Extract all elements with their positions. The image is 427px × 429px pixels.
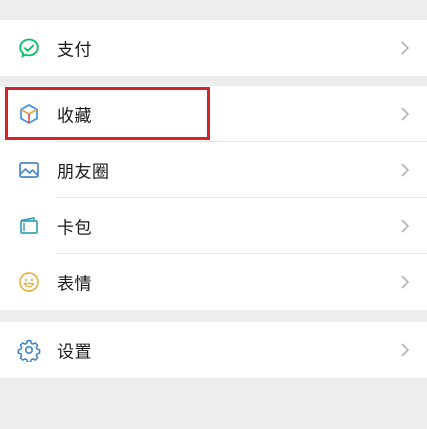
- menu-item-stickers[interactable]: 表情: [0, 254, 427, 310]
- menu-item-moments[interactable]: 朋友圈: [0, 142, 427, 198]
- highlight-annotation-box: [5, 87, 210, 140]
- menu-item-cards-label: 卡包: [57, 218, 92, 239]
- pay-check-icon: [17, 36, 41, 60]
- menu-item-cards[interactable]: 卡包: [0, 198, 427, 254]
- menu-item-settings[interactable]: 设置: [0, 322, 427, 378]
- smiley-face-icon: [17, 270, 41, 294]
- menu-item-pay[interactable]: 支付: [0, 20, 427, 76]
- gear-icon: [17, 338, 41, 362]
- settings-section: 设置: [0, 322, 427, 378]
- chevron-right-icon: [401, 343, 410, 357]
- menu-item-moments-label: 朋友圈: [57, 162, 110, 183]
- menu-item-pay-label: 支付: [57, 40, 92, 61]
- pay-section: 支付: [0, 20, 427, 76]
- chevron-right-icon: [401, 107, 410, 121]
- chevron-right-icon: [401, 219, 410, 233]
- chevron-right-icon: [401, 41, 410, 55]
- card-wallet-icon: [17, 214, 41, 238]
- menu-item-settings-label: 设置: [57, 342, 92, 363]
- chevron-right-icon: [401, 275, 410, 289]
- chevron-right-icon: [401, 163, 410, 177]
- menu-item-stickers-label: 表情: [57, 274, 92, 295]
- moments-picture-icon: [17, 158, 41, 182]
